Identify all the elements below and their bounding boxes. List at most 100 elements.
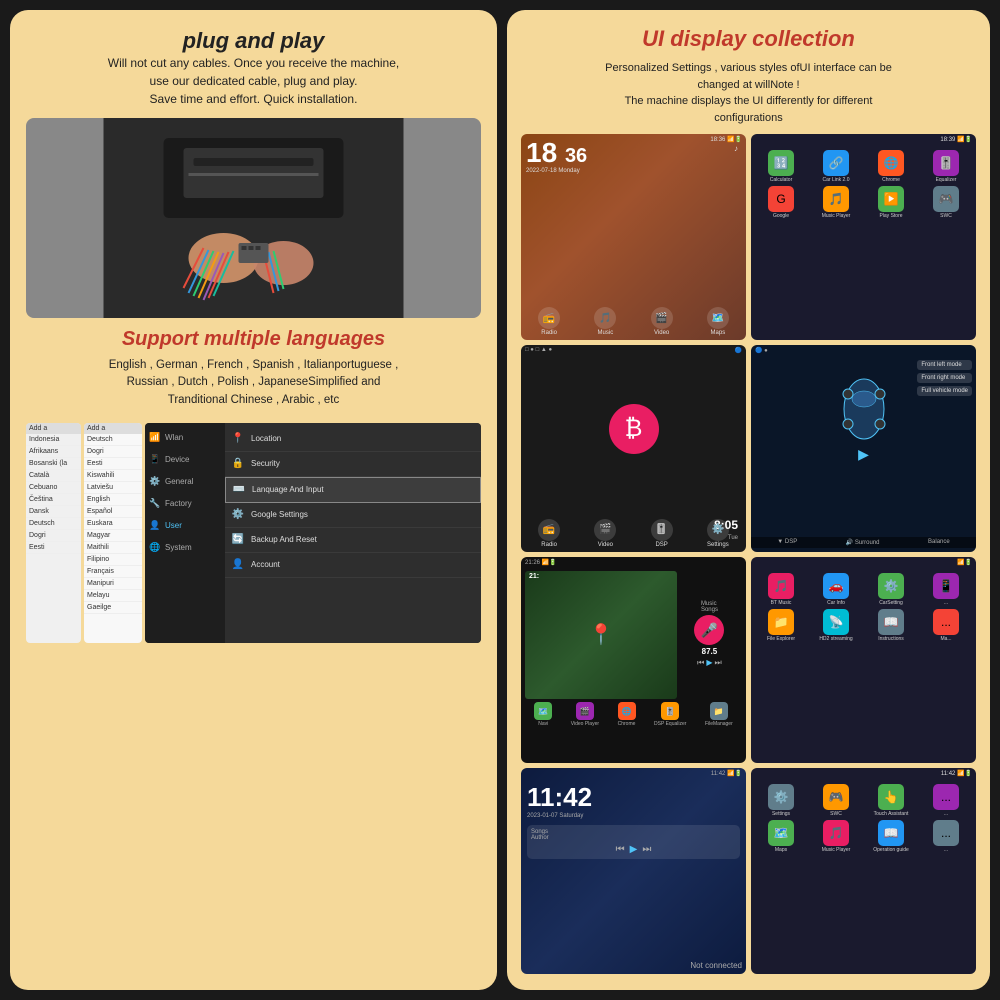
more-app-8[interactable]: ...... [920, 820, 972, 853]
lang-item[interactable]: Latviešu [84, 482, 142, 494]
app-grid-6: 🎵BT Music 🚗Car Info ⚙️CarSetting 📱... 📁F… [755, 573, 972, 642]
videoplayer-app[interactable]: 🎬Video Player [571, 702, 599, 727]
musicplayer-app-8[interactable]: 🎵Music Player [810, 820, 862, 853]
other-app-8[interactable]: ...... [920, 784, 972, 817]
btmusic-app[interactable]: 🎵BT Music [755, 573, 807, 606]
app-equalizer[interactable]: 🎚️Equalizer [920, 150, 972, 183]
lang-item[interactable]: Dogri [26, 530, 81, 542]
lang-item[interactable]: Dansk [26, 506, 81, 518]
lang-item[interactable]: Kiswahili [84, 470, 142, 482]
dsp-eq-app[interactable]: 🎚️DSP Equalizer [654, 702, 686, 727]
full-vehicle-mode[interactable]: Full vehicle mode [917, 386, 972, 396]
more-app-6[interactable]: ...Ma... [920, 609, 972, 642]
lang-item[interactable]: Melayu [84, 590, 142, 602]
play-btn-7[interactable]: ▶ [630, 844, 638, 855]
lang-item[interactable]: English [84, 494, 142, 506]
lang-item[interactable]: Indonesia [26, 434, 81, 446]
settings-item-language[interactable]: ⌨️ Lanquage And Input [225, 477, 481, 503]
app-label: Google [773, 213, 789, 219]
settings-item-security[interactable]: 🔒 Security [225, 452, 481, 477]
lang-item[interactable]: Eesti [26, 542, 81, 554]
lang-item[interactable]: Català [26, 470, 81, 482]
lang-item[interactable]: Afrikaans [26, 446, 81, 458]
maps-btn-1[interactable]: 🗺️ Maps [707, 307, 729, 336]
lang-item[interactable]: Filipino [84, 554, 142, 566]
app-music[interactable]: 🎵Music Player [810, 186, 862, 219]
navi-app[interactable]: 🗺️Navi [534, 702, 552, 727]
carsetting-app[interactable]: ⚙️CarSetting [865, 573, 917, 606]
nav-item-general[interactable]: ⚙️ General [145, 471, 225, 493]
video-icon: 🎬 [651, 307, 673, 329]
opguide-app-8[interactable]: 📖Operation guide [865, 820, 917, 853]
app-swc[interactable]: 🎮SWC [920, 186, 972, 219]
app-grid-2: 🔢Calculator 🔗Car Link 2.0 🌐Chrome 🎚️Equa… [755, 150, 972, 219]
lang-item[interactable]: Dogri [84, 446, 142, 458]
surround-lbl[interactable]: 🔊 Surround [846, 539, 880, 546]
carinfo-app[interactable]: 🚗Car Info [810, 573, 862, 606]
music-btn-1[interactable]: 🎵 Music [594, 307, 616, 336]
dsp-btn-3[interactable]: 🎚️DSP [651, 519, 673, 548]
maps-app-8[interactable]: 🗺️Maps [755, 820, 807, 853]
swc-app-8[interactable]: 🎮SWC [810, 784, 862, 817]
nav-item-system[interactable]: 🌐 System [145, 537, 225, 559]
lang-item[interactable]: Maithili [84, 542, 142, 554]
nav-item-factory[interactable]: 🔧 Factory [145, 493, 225, 515]
touchassist-lbl-8: Touch Assistant [874, 811, 909, 817]
other-app-6[interactable]: 📱... [920, 573, 972, 606]
nav-item-device[interactable]: 📱 Device [145, 449, 225, 471]
balance-lbl[interactable]: Balance [928, 539, 950, 546]
settings-item-location[interactable]: 📍 Location [225, 427, 481, 452]
settings-btn-3[interactable]: ⚙️Settings [707, 519, 729, 548]
app-playstore[interactable]: ▶️Play Store [865, 186, 917, 219]
app-carlink[interactable]: 🔗Car Link 2.0 [810, 150, 862, 183]
lang-item[interactable]: Español [84, 506, 142, 518]
video-btn-1[interactable]: 🎬 Video [651, 307, 673, 336]
more-icon-8: ... [933, 820, 959, 846]
hd2-app[interactable]: 📡HD2 streaming [810, 609, 862, 642]
app-google[interactable]: GGoogle [755, 186, 807, 219]
lang-item[interactable]: Deutsch [84, 434, 142, 446]
status-bar-8: 11:42 📶🔋 [941, 770, 972, 777]
nav-item-wlan[interactable]: 📶 Wlan [145, 427, 225, 449]
filemgr-app[interactable]: 📁FileManager [705, 702, 733, 727]
app-label: Music Player [822, 213, 851, 219]
lang-item[interactable]: Français [84, 566, 142, 578]
chrome-app-5[interactable]: 🌐Chrome [618, 702, 636, 727]
instructions-app[interactable]: 📖Instructions [865, 609, 917, 642]
filemgr-lbl: FileManager [705, 721, 733, 727]
front-right-mode[interactable]: Front right mode [917, 373, 972, 383]
lang-item[interactable]: Cebuano [26, 482, 81, 494]
lang-item[interactable]: Čeština [26, 494, 81, 506]
settings-item-backup[interactable]: 🔄 Backup And Reset [225, 528, 481, 553]
lang-item[interactable]: Eesti [84, 458, 142, 470]
prev-btn-7[interactable]: ⏮ [616, 844, 625, 855]
lang-item[interactable]: Bosanski (la [26, 458, 81, 470]
touchassist-app-8[interactable]: 👆Touch Assistant [865, 784, 917, 817]
app-calculator[interactable]: 🔢Calculator [755, 150, 807, 183]
lang-item[interactable]: Euskara [84, 518, 142, 530]
lang-item[interactable]: Gaeilge [84, 602, 142, 614]
dsp-lbl[interactable]: ▼ DSP [777, 539, 797, 546]
other-icon-6: 📱 [933, 573, 959, 599]
play-btn[interactable]: ▶ [706, 658, 712, 668]
musicplayer-icon-8: 🎵 [823, 820, 849, 846]
swc-lbl-8: SWC [830, 811, 842, 817]
lang-item[interactable]: Deutsch [26, 518, 81, 530]
prev-btn[interactable]: ⏮ [697, 658, 704, 668]
gear-icon: ⚙️ [149, 476, 161, 488]
radio-btn-3[interactable]: 📻Radio [538, 519, 560, 548]
next-btn-7[interactable]: ⏭ [642, 844, 651, 855]
settings-item-account[interactable]: 👤 Account [225, 553, 481, 578]
front-left-mode[interactable]: Front left mode [917, 360, 972, 370]
lang-item[interactable]: Magyar [84, 530, 142, 542]
settings-item-google[interactable]: ⚙️ Google Settings [225, 503, 481, 528]
settings-app-8[interactable]: ⚙️Settings [755, 784, 807, 817]
video-btn-3[interactable]: 🎬Video [594, 519, 616, 548]
dsp-bottom-controls: ▼ DSP 🔊 Surround Balance [751, 537, 976, 548]
fileexplorer-app[interactable]: 📁File Explorer [755, 609, 807, 642]
app-chrome[interactable]: 🌐Chrome [865, 150, 917, 183]
lang-item[interactable]: Manipuri [84, 578, 142, 590]
nav-item-user[interactable]: 👤 User [145, 515, 225, 537]
next-btn[interactable]: ⏭ [715, 658, 722, 668]
radio-btn-1[interactable]: 📻 Radio [538, 307, 560, 336]
